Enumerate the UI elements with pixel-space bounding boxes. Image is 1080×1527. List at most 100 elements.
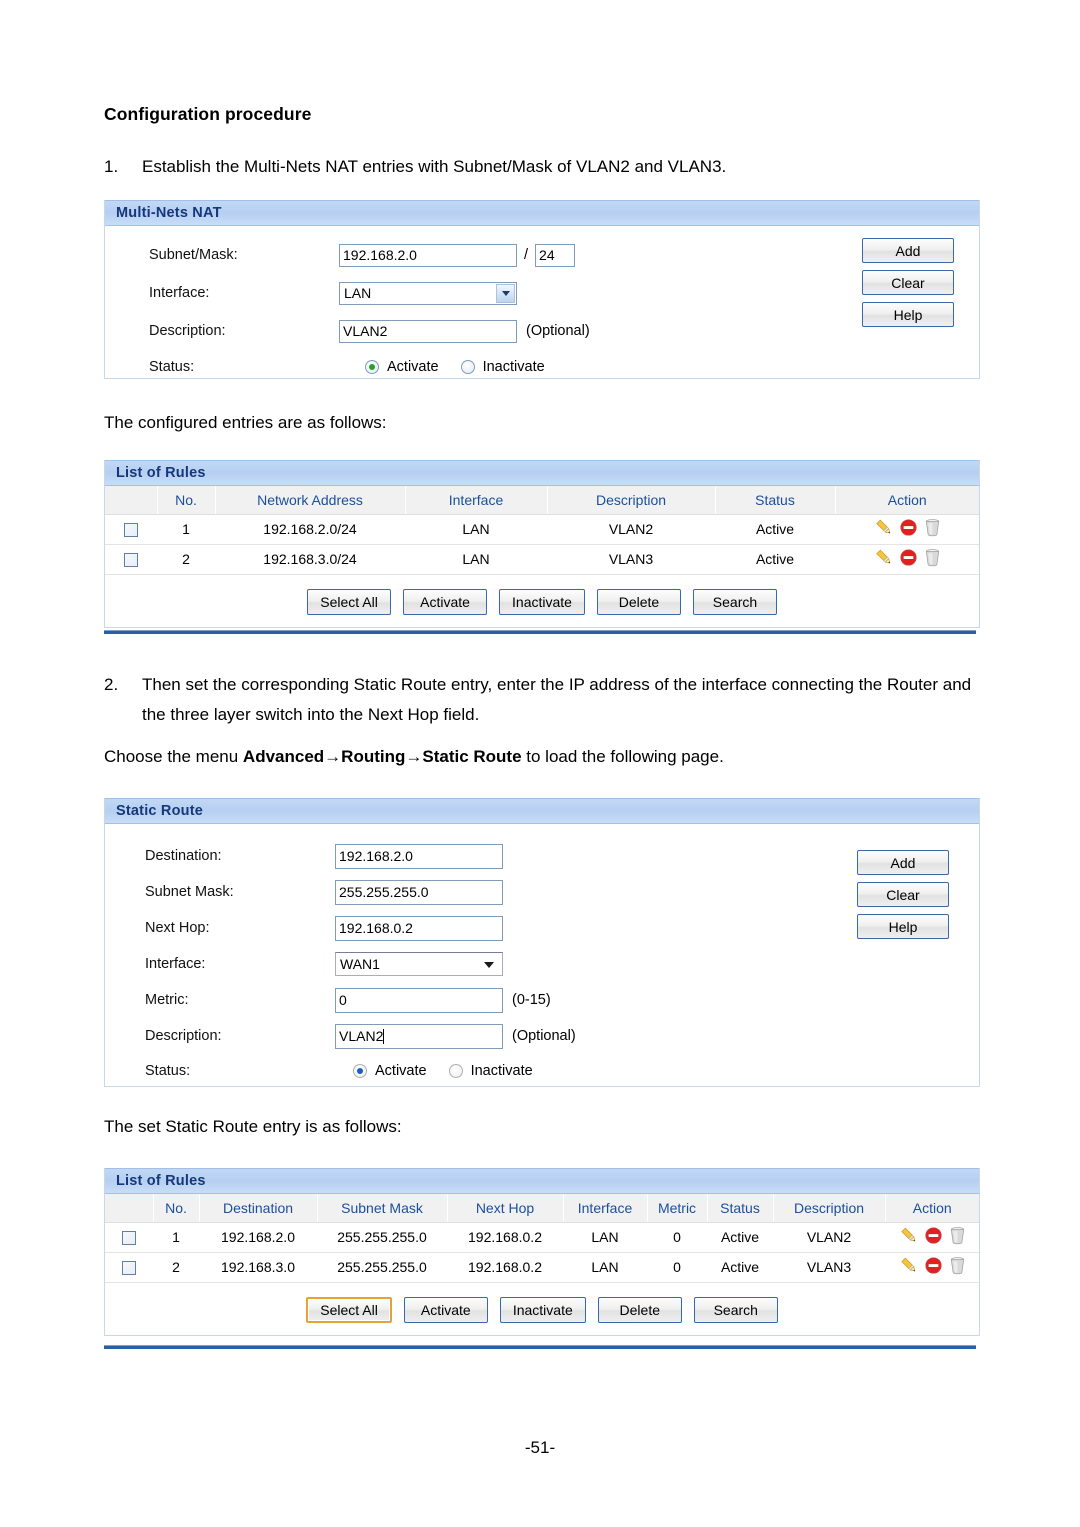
route-description-hint: (Optional) bbox=[512, 1028, 576, 1044]
route-row-1-no: 1 bbox=[153, 1222, 199, 1253]
trash-icon[interactable] bbox=[949, 1226, 966, 1245]
nat-description-label: Description: bbox=[149, 323, 226, 339]
nat-row-2-actions bbox=[835, 544, 979, 575]
nat-status-inactivate-label: Inactivate bbox=[482, 359, 545, 375]
nat-activate-button[interactable]: Activate bbox=[403, 588, 488, 615]
metric-input[interactable]: 0 bbox=[335, 987, 503, 1013]
nat-status-label: Status: bbox=[149, 359, 195, 375]
route-row-2-description: VLAN3 bbox=[773, 1252, 885, 1283]
nat-status-inactivate-radio[interactable] bbox=[460, 360, 475, 374]
metric-label: Metric: bbox=[145, 992, 189, 1008]
route-status-inactivate-radio[interactable] bbox=[448, 1064, 463, 1078]
route-row-2-metric: 0 bbox=[647, 1252, 707, 1283]
pencil-icon[interactable] bbox=[874, 548, 893, 567]
metric-hint: (0-15) bbox=[512, 992, 551, 1008]
multi-nets-nat-panel: Multi-Nets NAT Subnet/Mask: 192.168.2.0 … bbox=[104, 200, 980, 379]
nat-help-button[interactable]: Help bbox=[862, 302, 954, 327]
route-row-1-description: VLAN2 bbox=[773, 1222, 885, 1253]
mask-input[interactable]: 24 bbox=[535, 243, 576, 267]
no-entry-icon[interactable] bbox=[924, 1227, 942, 1244]
section-divider-2 bbox=[104, 1345, 976, 1349]
route-row-2-next-hop: 192.168.0.2 bbox=[447, 1252, 563, 1283]
nat-row-1-description: VLAN2 bbox=[547, 514, 715, 545]
subnet-mask-input[interactable]: 255.255.255.0 bbox=[335, 879, 503, 905]
static-route-panel: Static Route Destination: 192.168.2.0 Su… bbox=[104, 798, 980, 1087]
route-list-button-bar: Select All Activate Inactivate Delete Se… bbox=[105, 1283, 979, 1335]
pencil-icon[interactable] bbox=[874, 518, 893, 537]
row-checkbox[interactable] bbox=[122, 1231, 136, 1246]
route-select-all-button[interactable]: Select All bbox=[306, 1296, 392, 1323]
row-checkbox[interactable] bbox=[124, 523, 138, 538]
nat-row-2-network: 192.168.3.0/24 bbox=[215, 544, 405, 575]
route-col-subnet-mask: Subnet Mask bbox=[317, 1194, 448, 1223]
route-clear-button[interactable]: Clear bbox=[857, 882, 949, 907]
subnet-input[interactable]: 192.168.2.0 bbox=[339, 243, 517, 267]
route-search-button[interactable]: Search bbox=[693, 1296, 778, 1323]
route-col-action: Action bbox=[885, 1194, 979, 1223]
no-entry-icon[interactable] bbox=[899, 519, 917, 536]
step-1-number: 1. bbox=[104, 157, 119, 176]
route-col-destination: Destination bbox=[199, 1194, 318, 1223]
nat-search-button[interactable]: Search bbox=[692, 588, 777, 615]
route-description-label: Description: bbox=[145, 1028, 222, 1044]
route-activate-button[interactable]: Activate bbox=[403, 1296, 488, 1323]
route-description-input[interactable]: VLAN2 bbox=[335, 1023, 503, 1049]
nat-row-1-checkbox-cell[interactable] bbox=[105, 514, 157, 545]
trash-icon[interactable] bbox=[924, 518, 941, 537]
next-hop-row: Next Hop: 192.168.0.2 bbox=[105, 910, 979, 946]
configured-entries-text: The configured entries are as follows: bbox=[104, 413, 387, 432]
route-status-activate-label: Activate bbox=[375, 1063, 427, 1079]
nat-inactivate-button[interactable]: Inactivate bbox=[499, 588, 585, 615]
subnet-mask-label: Subnet/Mask: bbox=[149, 247, 238, 263]
route-help-button[interactable]: Help bbox=[857, 914, 949, 939]
route-status-activate-radio[interactable] bbox=[353, 1064, 367, 1078]
route-row-2-checkbox-cell[interactable] bbox=[105, 1252, 153, 1283]
nat-row-2-status: Active bbox=[715, 544, 835, 575]
document-page: Configuration procedure 1. Establish the… bbox=[0, 0, 1080, 1527]
route-row-1-mask: 255.255.255.0 bbox=[317, 1222, 447, 1253]
row-checkbox[interactable] bbox=[122, 1261, 136, 1276]
subnet-mask-row: Subnet Mask: 255.255.255.0 bbox=[105, 874, 979, 910]
route-delete-button[interactable]: Delete bbox=[597, 1296, 682, 1323]
table-row: 2 192.168.3.0 255.255.255.0 192.168.0.2 … bbox=[105, 1252, 979, 1283]
route-rules-table: No. Destination Subnet Mask Next Hop Int… bbox=[105, 1194, 979, 1283]
nat-row-2-checkbox-cell[interactable] bbox=[105, 544, 157, 575]
route-row-2-destination: 192.168.3.0 bbox=[199, 1252, 317, 1283]
route-add-button[interactable]: Add bbox=[857, 850, 949, 875]
chevron-down-icon[interactable] bbox=[496, 283, 515, 303]
menu-suffix: to load the following page. bbox=[521, 747, 724, 766]
nat-col-select bbox=[105, 486, 158, 515]
caret-down-icon[interactable] bbox=[484, 962, 494, 968]
nat-select-all-button[interactable]: Select All bbox=[307, 588, 392, 615]
nat-interface-row: Interface: LAN bbox=[105, 274, 979, 312]
pencil-icon[interactable] bbox=[899, 1226, 918, 1245]
trash-icon[interactable] bbox=[924, 548, 941, 567]
nat-interface-label: Interface: bbox=[149, 285, 210, 301]
route-table-header-row: No. Destination Subnet Mask Next Hop Int… bbox=[105, 1194, 979, 1223]
route-interface-select[interactable]: WAN1 bbox=[335, 952, 503, 976]
pencil-icon[interactable] bbox=[899, 1256, 918, 1275]
menu-arrow-2: → bbox=[405, 747, 423, 766]
route-col-no: No. bbox=[153, 1194, 200, 1223]
nat-add-button[interactable]: Add bbox=[862, 238, 954, 263]
row-checkbox[interactable] bbox=[124, 553, 138, 568]
no-entry-icon[interactable] bbox=[899, 549, 917, 566]
nat-table-header-row: No. Network Address Interface Descriptio… bbox=[105, 486, 979, 515]
nat-status-activate-radio[interactable] bbox=[365, 360, 379, 374]
menu-prefix: Choose the menu bbox=[104, 747, 243, 766]
menu-static-route: Static Route bbox=[422, 747, 522, 766]
nat-clear-button[interactable]: Clear bbox=[862, 270, 954, 295]
route-row-1-checkbox-cell[interactable] bbox=[105, 1222, 153, 1253]
nat-delete-button[interactable]: Delete bbox=[596, 588, 681, 615]
route-inactivate-button[interactable]: Inactivate bbox=[499, 1296, 586, 1323]
nat-interface-select[interactable]: LAN bbox=[339, 281, 517, 305]
destination-input[interactable]: 192.168.2.0 bbox=[335, 843, 503, 869]
next-hop-input[interactable]: 192.168.0.2 bbox=[335, 915, 503, 941]
nat-description-input[interactable]: VLAN2 bbox=[339, 319, 517, 343]
route-col-select bbox=[105, 1194, 154, 1223]
menu-advanced: Advanced bbox=[242, 747, 325, 766]
trash-icon[interactable] bbox=[949, 1256, 966, 1275]
route-row-1-status: Active bbox=[707, 1222, 773, 1253]
no-entry-icon[interactable] bbox=[924, 1257, 942, 1274]
route-status-label: Status: bbox=[145, 1063, 191, 1079]
